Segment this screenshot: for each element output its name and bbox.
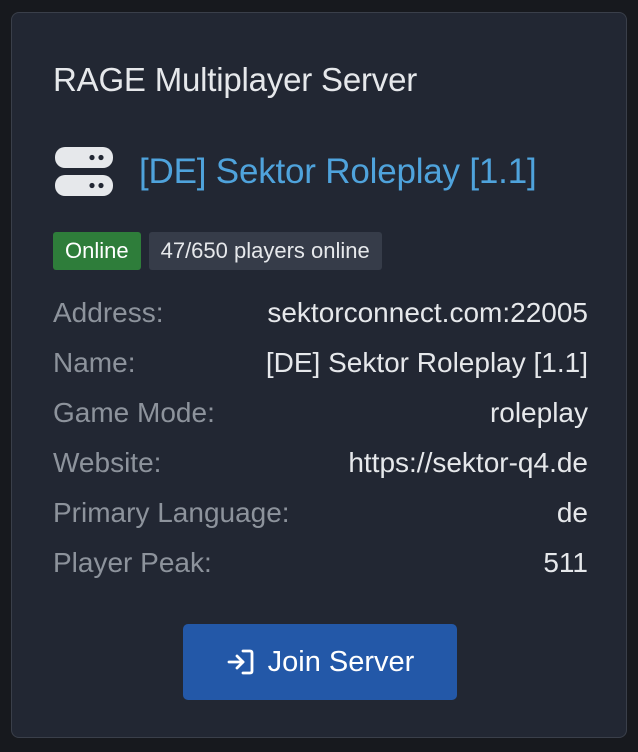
online-status-badge: Online bbox=[53, 232, 141, 270]
server-details: Address: sektorconnect.com:22005 Name: [… bbox=[53, 288, 588, 588]
detail-label: Primary Language: bbox=[53, 497, 290, 528]
status-badges: Online 47/650 players online bbox=[53, 232, 382, 270]
detail-row-address: Address: sektorconnect.com:22005 bbox=[53, 288, 588, 338]
detail-value: https://sektor-q4.de bbox=[348, 447, 588, 478]
player-count-badge: 47/650 players online bbox=[148, 232, 382, 270]
detail-row-name: Name: [DE] Sektor Roleplay [1.1] bbox=[53, 338, 588, 388]
detail-value: [DE] Sektor Roleplay [1.1] bbox=[265, 347, 588, 378]
detail-label: Address: bbox=[53, 297, 164, 328]
join-button-label: Join Server bbox=[267, 645, 415, 678]
detail-value: de bbox=[556, 497, 588, 528]
join-server-button[interactable]: Join Server bbox=[183, 624, 457, 700]
detail-label: Player Peak: bbox=[53, 547, 212, 578]
detail-row-primary-language: Primary Language: de bbox=[53, 488, 588, 538]
detail-row-website: Website: https://sektor-q4.de bbox=[53, 438, 588, 488]
card-title: RAGE Multiplayer Server bbox=[53, 61, 418, 98]
sign-in-icon bbox=[227, 649, 254, 675]
detail-label: Game Mode: bbox=[53, 397, 215, 428]
detail-row-player-peak: Player Peak: 511 bbox=[53, 538, 588, 588]
server-card: RAGE Multiplayer Server [DE] Sektor Role… bbox=[11, 12, 627, 738]
detail-value: sektorconnect.com:22005 bbox=[267, 297, 588, 328]
detail-row-game-mode: Game Mode: roleplay bbox=[53, 388, 588, 438]
detail-value: 511 bbox=[543, 547, 588, 578]
detail-label: Name: bbox=[53, 347, 136, 378]
server-icon bbox=[55, 147, 113, 196]
server-name-link[interactable]: [DE] Sektor Roleplay [1.1] bbox=[139, 152, 537, 192]
detail-value: roleplay bbox=[489, 397, 588, 428]
detail-label: Website: bbox=[53, 447, 162, 478]
